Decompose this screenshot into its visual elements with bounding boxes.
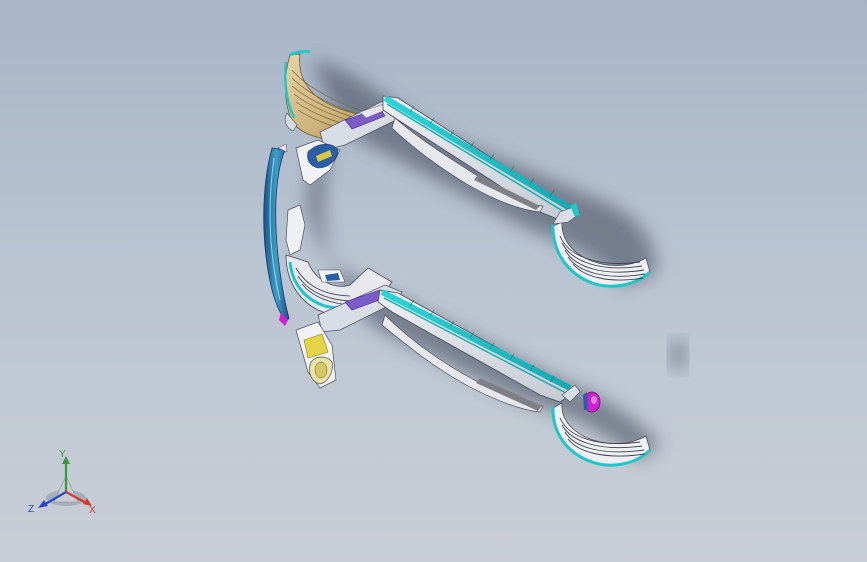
view-orientation-triad[interactable]: Y X Z [28, 448, 104, 520]
bumper-assembly-model[interactable] [0, 0, 867, 562]
upper-fog-lamp-bracket [295, 139, 341, 186]
parking-sensor [583, 391, 601, 413]
x-axis-label: X [89, 505, 96, 516]
y-axis-label: Y [59, 449, 66, 460]
lower-fog-lamp-housing [295, 321, 337, 389]
side-trim-strip [263, 143, 290, 326]
z-axis-label: Z [28, 504, 35, 515]
cad-3d-viewport[interactable]: Y X Z [0, 0, 867, 562]
z-axis-arrow [38, 500, 48, 508]
